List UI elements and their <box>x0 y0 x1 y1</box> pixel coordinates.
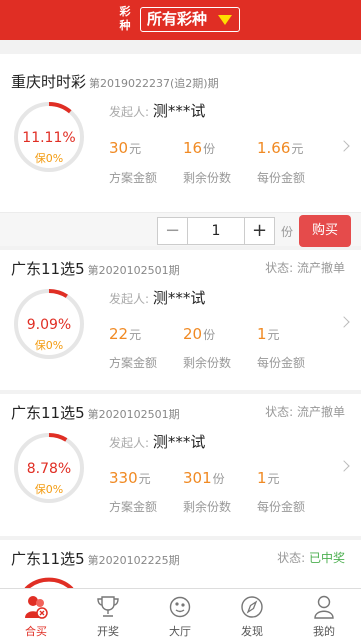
period-number: 第2020102501期 <box>87 408 180 421</box>
lottery-selector-label: 所有彩种 <box>147 10 208 28</box>
status-label: 状态: <box>277 551 306 565</box>
progress-percent: 8.78% <box>26 461 72 477</box>
quantity-stepper: − 1 + <box>157 217 275 245</box>
tab-label: 开奖 <box>97 625 119 638</box>
guarantee-percent: 保0% <box>34 483 64 496</box>
bottom-tab-bar: 合买 开奖 大厅 发现 我的 <box>0 588 361 641</box>
per-share-amount: 1元 <box>257 325 280 343</box>
share-unit-label: 份 <box>281 225 294 239</box>
guarantee-percent: 保0% <box>34 339 64 352</box>
status-label: 状态: <box>265 405 294 419</box>
progress-percent: 9.09% <box>26 317 72 333</box>
card-title: 广东11选5 第2020102501期 <box>11 402 180 423</box>
period-number: 第2019022237(追2期)期 <box>89 77 219 90</box>
plan-amount-label: 方案金额 <box>109 356 158 370</box>
quantity-input[interactable]: 1 <box>188 218 244 244</box>
status-value: 已中奖 <box>308 551 345 565</box>
initiator-label: 发起人: <box>109 436 150 450</box>
remaining-shares-label: 剩余份数 <box>183 356 232 370</box>
group-buy-list[interactable]: 重庆时时彩 第2019022237(追2期)期 11.11% 保0% 发起人: 测… <box>0 40 361 588</box>
chevron-right-icon <box>338 460 350 472</box>
decrement-button[interactable]: − <box>158 218 188 244</box>
tab-label: 大厅 <box>169 625 191 638</box>
increment-button[interactable]: + <box>244 218 274 244</box>
list-item[interactable]: 广东11选5 第2020102501期 状态: 流产撤单 8.78% 保0% 发起… <box>0 394 361 536</box>
plan-amount-label: 方案金额 <box>109 500 158 514</box>
plan-amount: 330元 <box>109 469 151 487</box>
tab-discover[interactable]: 发现 <box>216 589 288 641</box>
plan-amount: 30元 <box>109 139 142 157</box>
status: 状态: 流产撤单 <box>265 259 345 276</box>
status-value: 流产撤单 <box>296 405 345 419</box>
card-title: 广东11选5 第2020102225期 <box>11 548 180 569</box>
buy-button[interactable]: 购买 <box>299 215 351 247</box>
remaining-shares-label: 剩余份数 <box>183 171 232 185</box>
lottery-name: 广东11选5 <box>11 404 85 422</box>
lottery-selector-button[interactable]: 所有彩种 <box>140 7 240 32</box>
status: 状态: 已中奖 <box>277 549 345 566</box>
per-share-amount-label: 每份金额 <box>257 356 306 370</box>
period-number: 第2020102225期 <box>87 554 180 567</box>
initiator: 发起人: 测***试 <box>109 100 205 121</box>
guarantee-percent: 保0% <box>34 152 64 165</box>
lottery-name: 广东11选5 <box>11 550 85 568</box>
tab-label: 合买 <box>25 625 47 638</box>
tab-label: 发现 <box>241 625 263 638</box>
per-share-amount: 1元 <box>257 469 280 487</box>
lottery-type-label: 彩种 <box>119 5 131 32</box>
per-share-amount-label: 每份金额 <box>257 171 306 185</box>
list-item[interactable]: 广东11选5 第2020102501期 状态: 流产撤单 9.09% 保0% 发起… <box>0 250 361 390</box>
remaining-shares: 16份 <box>183 139 216 157</box>
remaining-shares: 20份 <box>183 325 216 343</box>
chevron-right-icon <box>338 316 350 328</box>
chevron-right-icon <box>338 140 350 152</box>
status: 状态: 流产撤单 <box>265 403 345 420</box>
initiator: 发起人: 测***试 <box>109 431 205 452</box>
trophy-icon <box>97 596 119 617</box>
card-title: 重庆时时彩 第2019022237(追2期)期 <box>11 71 219 92</box>
top-header: 彩种 所有彩种 <box>0 0 361 40</box>
list-item[interactable]: 广东11选5 第2020102225期 状态: 已中奖 <box>0 540 361 588</box>
remaining-shares-label: 剩余份数 <box>183 500 232 514</box>
plan-amount: 22元 <box>109 325 142 343</box>
compass-icon <box>241 596 263 618</box>
initiator-name: 测***试 <box>152 433 206 451</box>
tab-lobby[interactable]: 大厅 <box>144 589 216 641</box>
status-label: 状态: <box>265 261 294 275</box>
plan-amount-label: 方案金额 <box>109 171 158 185</box>
card-title: 广东11选5 第2020102501期 <box>11 258 180 279</box>
per-share-amount-label: 每份金额 <box>257 500 306 514</box>
remaining-shares: 301份 <box>183 469 225 487</box>
initiator-name: 测***试 <box>152 102 206 120</box>
per-share-amount: 1.66元 <box>257 139 304 157</box>
lobby-icon <box>169 596 191 618</box>
tab-group-buy[interactable]: 合买 <box>0 589 72 641</box>
status-value: 流产撤单 <box>296 261 345 275</box>
buy-bar: − 1 + 份 购买 <box>0 212 361 247</box>
lottery-name: 广东11选5 <box>11 260 85 278</box>
group-buy-icon <box>25 596 48 619</box>
user-icon <box>314 595 334 619</box>
progress-ring <box>24 577 74 588</box>
tab-mine[interactable]: 我的 <box>288 589 360 641</box>
initiator-label: 发起人: <box>109 105 150 119</box>
period-number: 第2020102501期 <box>87 264 180 277</box>
list-item[interactable]: 重庆时时彩 第2019022237(追2期)期 11.11% 保0% 发起人: 测… <box>0 54 361 247</box>
dropdown-triangle-icon <box>218 15 232 25</box>
initiator-name: 测***试 <box>152 289 206 307</box>
progress-percent: 11.11% <box>22 130 76 146</box>
tab-label: 我的 <box>313 625 335 638</box>
tab-draw[interactable]: 开奖 <box>72 589 144 641</box>
lottery-name: 重庆时时彩 <box>11 73 87 91</box>
initiator: 发起人: 测***试 <box>109 287 205 308</box>
initiator-label: 发起人: <box>109 292 150 306</box>
